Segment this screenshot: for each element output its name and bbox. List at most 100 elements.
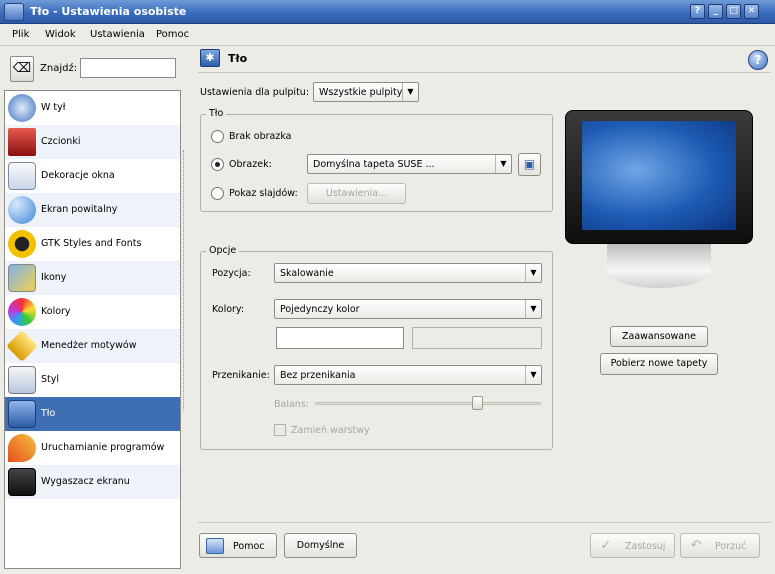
balance-label: Balans: — [274, 399, 309, 410]
help-icon[interactable]: ? — [748, 50, 768, 70]
monitor-stand — [607, 244, 711, 288]
position-select-value: Skalowanie — [280, 268, 334, 279]
sidebar-item-theme-manager[interactable]: Menedżer motywów — [5, 329, 180, 363]
sidebar: W tył Czcionki Dekoracje okna Ekran powi… — [4, 90, 181, 569]
menu-help[interactable]: Pomoc — [156, 29, 189, 40]
checkmark-icon: ✓ — [600, 538, 612, 553]
icons-icon — [8, 264, 36, 292]
slideshow-label: Pokaz slajdów: — [229, 188, 298, 199]
slideshow-settings-button[interactable]: Ustawienia... — [307, 183, 406, 204]
no-picture-radio[interactable] — [211, 130, 224, 143]
balance-slider-handle[interactable] — [472, 396, 484, 410]
apply-button-label: Zastosuj — [625, 541, 666, 552]
sidebar-item-launch-feedback[interactable]: Uruchamianie programów — [5, 431, 180, 465]
wallpaper-preview — [582, 121, 736, 230]
splitter-handle[interactable] — [183, 150, 186, 410]
help-button-label: Pomoc — [233, 541, 265, 552]
menu-view[interactable]: Widok — [45, 29, 76, 40]
sidebar-item-label: Kolory — [41, 306, 71, 317]
menu-settings[interactable]: Ustawienia — [90, 29, 145, 40]
apply-button[interactable]: ✓ Zastosuj — [590, 533, 675, 558]
reset-button[interactable]: ↶ Porzuć — [680, 533, 760, 558]
sidebar-item-label: Wygaszacz ekranu — [41, 476, 130, 487]
footer-divider — [198, 522, 771, 523]
app-icon[interactable] — [4, 3, 24, 21]
primary-color-button[interactable] — [276, 327, 404, 349]
sidebar-item-label: Tło — [41, 408, 56, 419]
sidebar-item-label: Ekran powitalny — [41, 204, 118, 215]
launch-feedback-icon — [8, 434, 36, 462]
close-button[interactable]: ✕ — [744, 4, 759, 19]
background-icon: ✱ — [200, 49, 220, 67]
reset-button-label: Porzuć — [715, 541, 747, 552]
minimize-button[interactable]: _ — [708, 4, 723, 19]
help-title-button[interactable]: ? — [690, 4, 705, 19]
position-label: Pozycja: — [212, 268, 251, 279]
fonts-icon — [8, 128, 36, 156]
help-book-icon — [206, 538, 224, 554]
sidebar-item-gtk[interactable]: GTK Styles and Fonts — [5, 227, 180, 261]
sidebar-item-label: Uruchamianie programów — [41, 442, 165, 453]
maximize-button[interactable]: □ — [726, 4, 741, 19]
no-picture-label: Brak obrazka — [229, 131, 292, 142]
options-group-title: Opcje — [206, 245, 240, 256]
sidebar-item-label: W tył — [41, 102, 66, 113]
picture-label: Obrazek: — [229, 159, 272, 170]
title-bar[interactable]: Tło - Ustawienia osobiste ? _ □ ✕ — [0, 0, 775, 24]
reverse-roles-label: Zamień warstwy — [291, 425, 370, 436]
reverse-roles-checkbox[interactable] — [274, 424, 286, 436]
chevron-down-icon: ▼ — [402, 83, 418, 101]
sidebar-item-back[interactable]: W tył — [5, 91, 180, 125]
blending-label: Przenikanie: — [212, 370, 270, 381]
sidebar-item-label: Czcionki — [41, 136, 81, 147]
sidebar-item-fonts[interactable]: Czcionki — [5, 125, 180, 159]
sidebar-item-window-decoration[interactable]: Dekoracje okna — [5, 159, 180, 193]
colors-label: Kolory: — [212, 304, 245, 315]
get-new-wallpapers-button[interactable]: Pobierz nowe tapety — [600, 353, 718, 375]
slideshow-radio[interactable] — [211, 187, 224, 200]
desktop-select-value: Wszystkie pulpity — [319, 87, 403, 98]
colors-icon — [8, 298, 36, 326]
sidebar-item-label: Menedżer motywów — [41, 340, 137, 351]
search-input[interactable] — [80, 58, 176, 78]
search-label: Znajdź: — [40, 63, 78, 74]
colors-select-value: Pojedynczy kolor — [280, 304, 360, 315]
advanced-button[interactable]: Zaawansowane — [610, 326, 708, 347]
wallpaper-select[interactable]: Domyślna tapeta SUSE ... ▼ — [307, 154, 512, 174]
sidebar-item-label: Styl — [41, 374, 60, 385]
sidebar-item-screensaver[interactable]: Wygaszacz ekranu — [5, 465, 180, 499]
folder-open-icon: ▣ — [523, 157, 536, 171]
sidebar-item-colors[interactable]: Kolory — [5, 295, 180, 329]
back-arrow-icon — [8, 94, 36, 122]
picture-radio[interactable] — [211, 158, 224, 171]
gtk-icon — [8, 230, 36, 258]
secondary-color-button[interactable] — [412, 327, 542, 349]
defaults-button[interactable]: Domyślne — [284, 533, 357, 558]
wallpaper-select-value: Domyślna tapeta SUSE ... — [313, 159, 435, 170]
chevron-down-icon: ▼ — [525, 366, 541, 384]
colors-select[interactable]: Pojedynczy kolor ▼ — [274, 299, 542, 319]
sidebar-item-splash-screen[interactable]: Ekran powitalny — [5, 193, 180, 227]
chevron-down-icon: ▼ — [525, 264, 541, 282]
desktop-select[interactable]: Wszystkie pulpity ▼ — [313, 82, 419, 102]
window-decoration-icon — [8, 162, 36, 190]
background-icon — [8, 400, 36, 428]
sidebar-item-label: GTK Styles and Fonts — [41, 238, 142, 249]
blending-select[interactable]: Bez przenikania ▼ — [274, 365, 542, 385]
theme-manager-icon — [6, 330, 38, 362]
chevron-down-icon: ▼ — [495, 155, 511, 173]
menu-file[interactable]: Plik — [12, 29, 29, 40]
undo-icon: ↶ — [690, 538, 702, 553]
sidebar-item-label: Ikony — [41, 272, 67, 283]
background-group-title: Tło — [206, 108, 227, 119]
help-button[interactable]: Pomoc — [199, 533, 277, 558]
page-title: Tło — [228, 52, 248, 65]
sidebar-item-icons[interactable]: Ikony — [5, 261, 180, 295]
clear-search-icon[interactable]: ⌫ — [10, 56, 34, 82]
sidebar-item-style[interactable]: Styl — [5, 363, 180, 397]
sidebar-item-background[interactable]: Tło — [5, 397, 180, 431]
position-select[interactable]: Skalowanie ▼ — [274, 263, 542, 283]
open-folder-button[interactable]: ▣ — [518, 153, 541, 176]
balance-slider[interactable] — [315, 402, 541, 405]
screensaver-icon — [8, 468, 36, 496]
